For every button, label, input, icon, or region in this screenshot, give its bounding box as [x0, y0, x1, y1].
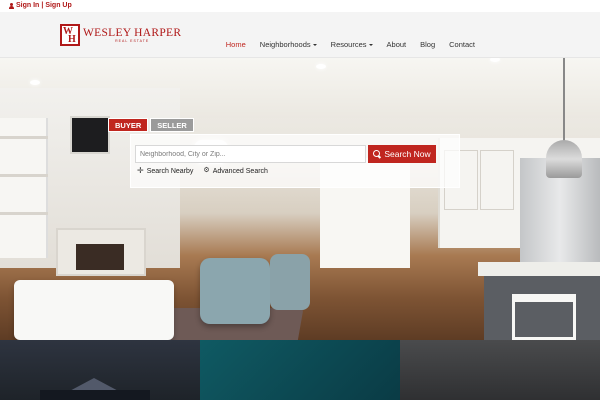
advanced-search-link[interactable]: ⚙ Advanced Search [203, 167, 268, 175]
nav-blog[interactable]: Blog [413, 40, 442, 49]
feature-tiles [0, 340, 600, 400]
auth-links: Sign In | Sign Up [8, 2, 72, 9]
search-panel: Search Now ✛ Search Nearby ⚙ Advanced Se… [130, 134, 460, 188]
nav-about[interactable]: About [380, 40, 414, 49]
logo-monogram-h: H [68, 34, 76, 45]
ceiling-light [30, 80, 40, 85]
crosshair-icon: ✛ [137, 166, 144, 175]
hero-island-top [478, 262, 600, 276]
search-input[interactable] [135, 145, 366, 163]
search-now-label: Search Now [384, 149, 431, 159]
logo-name: WESLEY HARPER [83, 26, 182, 39]
search-nearby-label: Search Nearby [146, 167, 194, 175]
pendant-cord [563, 58, 565, 142]
hero-fireplace [56, 228, 146, 276]
caret-down-icon [368, 44, 373, 47]
sign-in-link[interactable]: Sign In [16, 2, 39, 9]
tab-buyer[interactable]: BUYER [108, 118, 149, 132]
user-icon [8, 2, 14, 9]
nav-neighborhoods-label: Neighborhoods [259, 40, 311, 49]
site-logo[interactable]: W H WESLEY HARPER REAL ESTATE [60, 22, 181, 48]
nav-contact[interactable]: Contact [442, 40, 482, 49]
house-silhouette [40, 390, 150, 400]
hero-pendant-lamp [546, 140, 582, 178]
hero-stool [512, 294, 576, 340]
auth-separator: | [41, 2, 44, 9]
top-bar: Sign In | Sign Up [0, 0, 600, 12]
logo-monogram: W H [60, 24, 80, 46]
sign-up-link[interactable]: Sign Up [45, 2, 71, 9]
hero-armchair [200, 258, 270, 324]
nav-neighborhoods[interactable]: Neighborhoods [253, 40, 324, 49]
shelf [0, 174, 48, 177]
feature-tile[interactable] [0, 340, 200, 400]
feature-tile[interactable] [200, 340, 400, 400]
hero-sofa [14, 280, 174, 340]
feature-tile[interactable] [400, 340, 600, 400]
tab-seller[interactable]: SELLER [150, 118, 194, 132]
nav-resources-label: Resources [330, 40, 367, 49]
advanced-search-label: Advanced Search [212, 167, 268, 175]
main-nav: Home Neighborhoods Resources About Blog … [219, 40, 482, 49]
cabinet-door [480, 150, 514, 210]
search-tabs: BUYER SELLER [108, 118, 194, 132]
nav-home[interactable]: Home [219, 40, 253, 49]
fireplace-opening [76, 244, 124, 270]
hero-tv [70, 116, 110, 154]
search-icon [373, 150, 381, 158]
nav-resources[interactable]: Resources [324, 40, 380, 49]
shelf [0, 212, 48, 215]
search-options: ✛ Search Nearby ⚙ Advanced Search [137, 167, 268, 175]
caret-down-icon [312, 44, 317, 47]
logo-subtitle: REAL ESTATE [115, 38, 150, 43]
site-header: W H WESLEY HARPER REAL ESTATE Home Neigh… [0, 12, 600, 58]
search-now-button[interactable]: Search Now [368, 145, 436, 163]
hero-shelves [0, 118, 48, 258]
shelf [0, 136, 48, 139]
logo-text: WESLEY HARPER REAL ESTATE [83, 27, 181, 44]
search-nearby-link[interactable]: ✛ Search Nearby [137, 167, 193, 175]
ceiling-light [316, 64, 326, 69]
hero-image [0, 58, 600, 340]
gears-icon: ⚙ [203, 167, 210, 174]
hero-armchair [270, 254, 310, 310]
